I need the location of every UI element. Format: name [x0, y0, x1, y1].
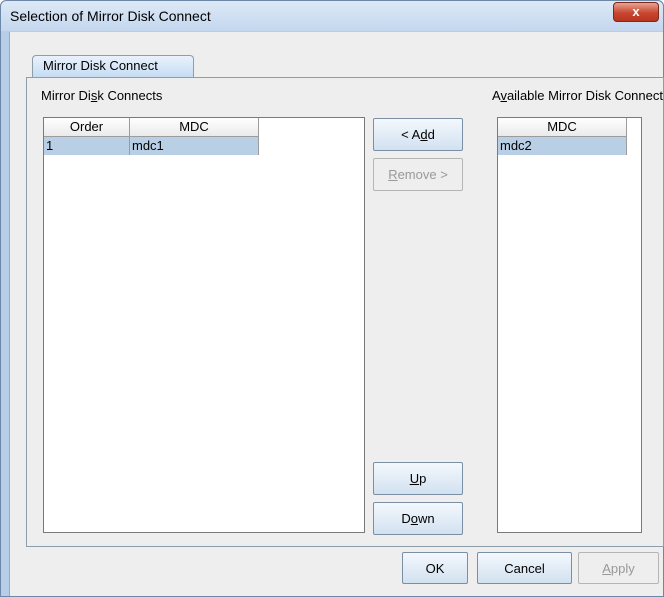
available-mdc-list[interactable]: MDC mdc2	[497, 117, 642, 533]
dialog-window: Selection of Mirror Disk Connect x Mirro…	[0, 0, 664, 597]
list-header: MDC	[498, 118, 627, 137]
mirror-disk-connects-label: Mirror Disk Connects	[41, 88, 163, 103]
available-mdc-label: Available Mirror Disk Connect	[492, 88, 663, 103]
tab-panel: Mirror Disk Connects Available Mirror Di…	[26, 77, 664, 547]
cancel-button[interactable]: Cancel	[477, 552, 572, 584]
title-bar[interactable]: Selection of Mirror Disk Connect x	[1, 1, 663, 31]
add-button[interactable]: < Add	[373, 118, 463, 151]
window-title: Selection of Mirror Disk Connect	[10, 8, 211, 24]
tab-mirror-disk-connect[interactable]: Mirror Disk Connect	[32, 55, 194, 77]
mirror-disk-connects-list[interactable]: Order MDC 1 mdc1	[43, 117, 365, 533]
table-row[interactable]: mdc2	[498, 137, 627, 155]
column-header-order[interactable]: Order	[44, 118, 130, 136]
close-icon: x	[632, 4, 640, 19]
order-cell: 1	[44, 137, 130, 155]
table-row[interactable]: 1 mdc1	[44, 137, 259, 155]
dialog-body: Mirror Disk Connect Mirror Disk Connects…	[9, 32, 664, 596]
remove-button[interactable]: Remove >	[373, 158, 463, 191]
apply-button[interactable]: Apply	[578, 552, 659, 584]
mdc-cell: mdc2	[498, 137, 627, 155]
column-header-mdc[interactable]: MDC	[130, 118, 259, 136]
list-header: Order MDC	[44, 118, 259, 137]
close-button[interactable]: x	[613, 2, 659, 22]
mdc-cell: mdc1	[130, 137, 259, 155]
ok-button[interactable]: OK	[402, 552, 468, 584]
tab-label: Mirror Disk Connect	[43, 58, 158, 73]
column-header-mdc[interactable]: MDC	[498, 118, 627, 136]
down-button[interactable]: Down	[373, 502, 463, 535]
up-button[interactable]: Up	[373, 462, 463, 495]
